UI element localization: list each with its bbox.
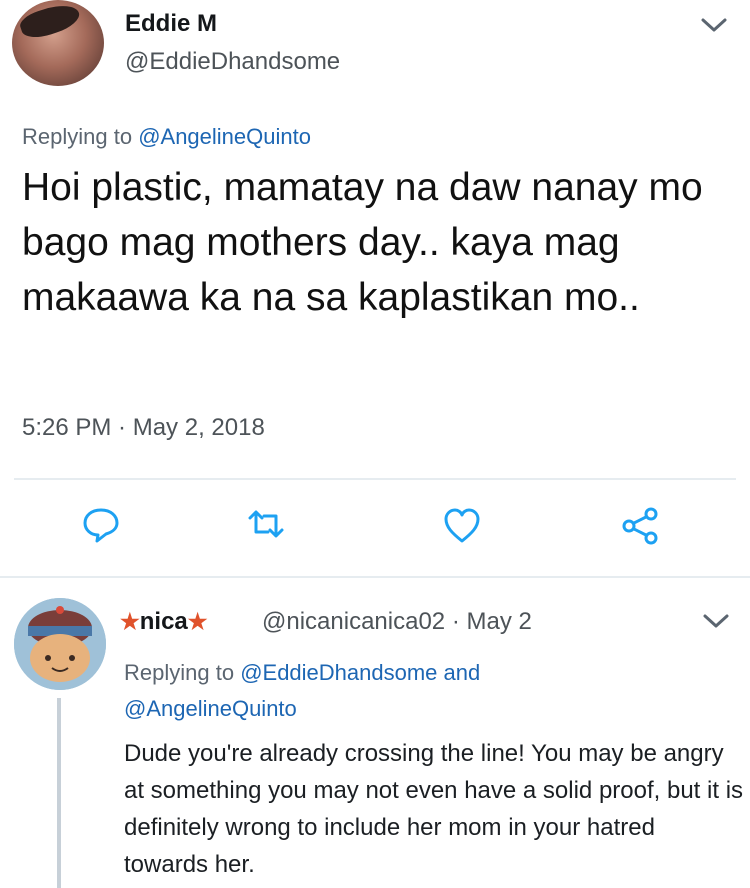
chevron-down-icon[interactable] [700, 16, 728, 34]
mention-link[interactable]: @AngelineQuinto [138, 124, 311, 149]
star-icon: ★ [187, 609, 208, 634]
divider [0, 576, 750, 578]
heart-icon[interactable] [442, 506, 482, 546]
replying-to: Replying to @AngelineQuinto [22, 124, 311, 150]
timestamp[interactable]: 5:26 PM · May 2, 2018 [22, 414, 265, 442]
replying-to: Replying to @EddieDhandsome and @Angeline… [124, 655, 734, 727]
author-handle[interactable]: @EddieDhandsome [125, 48, 340, 76]
divider [14, 478, 736, 480]
avatar[interactable] [12, 0, 104, 86]
replying-prefix: Replying to [22, 124, 139, 149]
chevron-down-icon[interactable] [702, 612, 730, 630]
mention-and: and [437, 660, 481, 685]
tweet-text: Hoi plastic, mamatay na daw nanay mo bag… [22, 166, 703, 319]
tweet-date[interactable]: · May 2 [452, 608, 532, 635]
mention-link[interactable]: @AngelineQuinto [124, 696, 297, 721]
author-name[interactable]: Eddie M [125, 10, 217, 38]
cartoon-avatar-image [14, 598, 106, 690]
author-handle[interactable]: @nicanicanica02 [262, 608, 445, 635]
author-name-text: nica [139, 608, 188, 635]
tweet-text: Dude you're already crossing the line! Y… [124, 740, 744, 878]
retweet-icon[interactable] [246, 504, 286, 544]
thread-line [57, 698, 61, 888]
share-icon[interactable] [620, 506, 660, 546]
speech-bubble-icon[interactable] [81, 504, 121, 544]
avatar[interactable] [14, 598, 106, 690]
mention-link[interactable]: @EddieDhandsome [240, 660, 437, 685]
author-name[interactable]: ★nica★ [120, 608, 208, 636]
author-handle-date[interactable]: @nicanicanica02 · May 2 [262, 608, 532, 636]
replying-prefix: Replying to [124, 660, 241, 685]
star-icon: ★ [120, 609, 140, 634]
